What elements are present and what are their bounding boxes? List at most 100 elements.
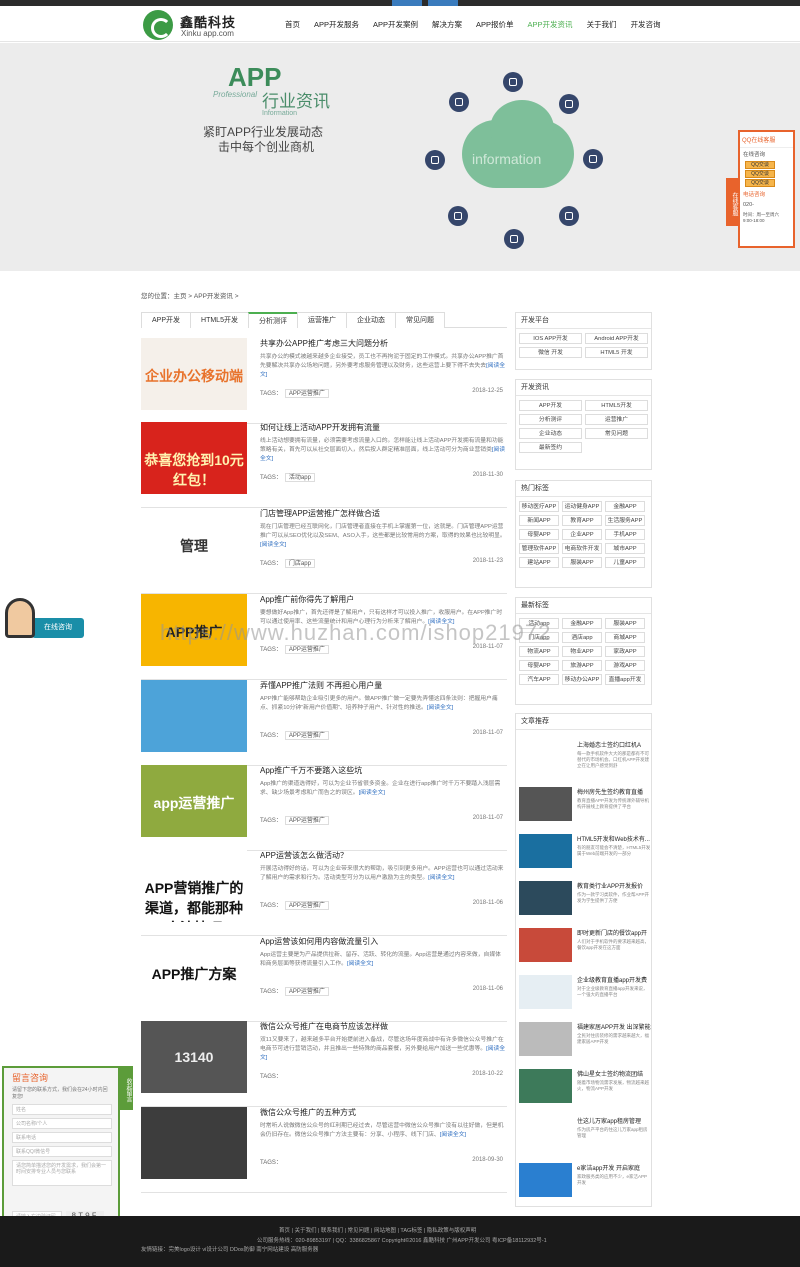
article-thumbnail[interactable]: 企业办公移动端 — [141, 338, 247, 410]
sidebar-tag-button[interactable]: 最新签约 — [519, 442, 582, 453]
sidebar-tag-button[interactable]: 运动健身APP — [562, 501, 602, 512]
article-thumbnail[interactable] — [141, 680, 247, 752]
sidebar-tag-button[interactable]: HTML5 开发 — [585, 347, 648, 358]
article-thumbnail[interactable]: APP营销推广的渠道，都能那种方法技巧 — [141, 850, 247, 922]
sidebar-tag-button[interactable]: Android APP开发 — [585, 333, 648, 344]
article-title[interactable]: 微信公众号推广的五种方式 — [260, 1107, 356, 1118]
qq-chat-button-2[interactable]: QQ交谈 — [745, 170, 775, 178]
recommended-thumbnail[interactable] — [519, 975, 572, 1009]
recommended-title[interactable]: 上海婚恋士签约口红机A — [577, 740, 651, 749]
sidebar-tag-button[interactable]: 物流APP — [519, 646, 559, 657]
footer-friend-links[interactable]: 友情链接：完美logo设计 vi设计公司 DDos防御 南宁网站建设 高防服务器 — [141, 1245, 318, 1253]
article-thumbnail[interactable]: 13140 — [141, 1021, 247, 1093]
sidebar-tag-button[interactable]: 企业动态 — [519, 428, 582, 439]
recommended-item[interactable]: 住这儿万家app租房管理 作为房产平台的住这儿万家app租房管理 — [519, 1116, 649, 1160]
read-more-link[interactable]: [阅读全文] — [347, 961, 373, 967]
recommended-item[interactable]: 教育类行业APP开发报价 作为一款学习类软件，作业帮APP开发为学生提供了方便 — [519, 881, 649, 925]
article-item[interactable]: 恭喜您抢到10元红包！ 如何让线上活动APP开发拥有流量 线上活动想要拥有流量，必须… — [141, 422, 507, 508]
article-thumbnail[interactable]: app运营推广 — [141, 765, 247, 837]
recommended-item[interactable]: 佛山星女士签约物流团结 随着市场物流需求发展，物流越来越火，物流APP开发 — [519, 1069, 649, 1113]
recommended-title[interactable]: 住这儿万家app租房管理 — [577, 1116, 651, 1125]
sidebar-tag-button[interactable]: 汽车APP — [519, 674, 559, 685]
recommended-title[interactable]: 即时更新门店的餐饮app开 — [577, 928, 651, 937]
sidebar-tag-button[interactable]: 金融APP — [605, 501, 645, 512]
sidebar-tag-button[interactable]: 建站APP — [519, 557, 559, 568]
tag-link[interactable]: 门店app — [284, 559, 315, 568]
tag-link[interactable]: APP运营推广 — [284, 645, 329, 654]
phone-field[interactable]: 联系电话 — [12, 1132, 112, 1143]
sidebar-tag-button[interactable]: 教育APP — [562, 515, 602, 526]
sidebar-tag-button[interactable]: IOS APP开发 — [519, 333, 582, 344]
sidebar-tag-button[interactable]: 服装APP — [605, 618, 645, 629]
name-field[interactable]: 姓名 — [12, 1104, 112, 1115]
tag-link[interactable]: APP运营推广 — [284, 389, 329, 398]
nav-item[interactable]: 关于我们 — [580, 18, 624, 32]
recommended-thumbnail[interactable] — [519, 1022, 572, 1056]
sidebar-tag-button[interactable]: 分析测评 — [519, 414, 582, 425]
tab-item[interactable]: 运营推广 — [296, 312, 347, 328]
sidebar-tag-button[interactable]: 常见问题 — [585, 428, 648, 439]
read-more-link[interactable]: [阅读全文] — [440, 1132, 466, 1138]
article-item[interactable]: 弄懂APP推广法则 不再担心用户量 APP推广能够帮助企业吸引更多的用户。做APP… — [141, 680, 507, 766]
message-form-tab[interactable]: 收起留言 — [120, 1066, 133, 1110]
nav-item[interactable]: APP报价单 — [469, 18, 521, 32]
article-thumbnail[interactable] — [141, 1107, 247, 1179]
sidebar-tag-button[interactable]: 母婴APP — [519, 529, 559, 540]
tag-link[interactable]: APP运营推广 — [284, 901, 329, 910]
sidebar-tag-button[interactable]: 微信 开发 — [519, 347, 582, 358]
article-item[interactable]: 13140 微信公众号推广在电商节应该怎样做 双11又要来了，越来越多平台开始提前进… — [141, 1021, 507, 1107]
tag-link[interactable]: APP运营推广 — [284, 987, 329, 996]
sidebar-tag-button[interactable]: 手机APP — [605, 529, 645, 540]
article-thumbnail[interactable]: APP推广方案 — [141, 936, 247, 1008]
recommended-title[interactable]: HTML5开发和Web技术有... — [577, 834, 651, 843]
article-title[interactable]: 如何让线上活动APP开发拥有流量 — [260, 422, 380, 433]
sidebar-tag-button[interactable]: 企业APP — [562, 529, 602, 540]
online-consult-button[interactable]: 在线咨询 — [32, 618, 84, 638]
company-field[interactable]: 公司名称/个人 — [12, 1118, 112, 1129]
sidebar-tag-button[interactable]: 家政APP — [605, 646, 645, 657]
article-title[interactable]: App推广前你得先了解用户 — [260, 594, 354, 605]
tag-link[interactable]: 活动app — [284, 473, 315, 482]
read-more-link[interactable]: [阅读全文] — [260, 542, 286, 548]
read-more-link[interactable]: [阅读全文] — [427, 705, 453, 711]
article-item[interactable]: 管理 门店管理APP运营推广怎样做合适 现在门店管理已经互联网化，门店管理者直接在手… — [141, 508, 507, 594]
recommended-item[interactable]: HTML5开发和Web技术有... 有的朋友可能会不清楚，HTML5开发属于Web… — [519, 834, 651, 878]
recommended-thumbnail[interactable] — [519, 1069, 572, 1103]
qq-field[interactable]: 联系QQ/微信号 — [12, 1146, 112, 1157]
sidebar-tag-button[interactable]: 电商软件开发 — [562, 543, 602, 554]
recommended-item[interactable]: e家洁app开发 开启家庭 家政服务类的应用不少，e家洁APP开发 — [519, 1163, 649, 1207]
tab-item[interactable]: 常见问题 — [394, 312, 445, 328]
sidebar-tag-button[interactable]: 移动医疗APP — [519, 501, 559, 512]
article-item[interactable]: app运营推广 App推广千万不要踏入这些坑 App推广的渠道选得好，可以为企业节省… — [141, 765, 507, 851]
online-consult-float[interactable]: 在线咨询 — [2, 598, 84, 642]
article-thumbnail[interactable]: 管理 — [141, 508, 247, 580]
article-title[interactable]: APP运营该怎么做活动？ — [260, 850, 348, 861]
recommended-thumbnail[interactable] — [519, 1163, 572, 1197]
article-title[interactable]: App运营该如何用内容做流量引入 — [260, 936, 378, 947]
sidebar-tag-button[interactable]: 儿童APP — [605, 557, 645, 568]
recommended-title[interactable]: e家洁app开发 开启家庭 — [577, 1163, 651, 1172]
article-item[interactable]: 微信公众号推广的五种方式 时常听人说做微信公众号的红利期已经过去，尽管运营中微信公… — [141, 1107, 507, 1193]
nav-item[interactable]: 首页 — [278, 18, 307, 32]
article-title[interactable]: App推广千万不要踏入这些坑 — [260, 765, 362, 776]
sidebar-tag-button[interactable]: 金融APP — [562, 618, 602, 629]
sidebar-tag-button[interactable]: 商城APP — [605, 632, 645, 643]
qq-panel-tab[interactable]: 在线客服 — [726, 178, 739, 226]
tab-item[interactable]: 企业动态 — [345, 312, 396, 328]
qq-chat-button-1[interactable]: QQ交谈 — [745, 161, 775, 169]
tag-link[interactable]: APP运营推广 — [284, 731, 329, 740]
sidebar-tag-button[interactable]: 直播app开发 — [605, 674, 645, 685]
recommended-thumbnail[interactable] — [519, 881, 572, 915]
recommended-item[interactable]: 梅州房先生签约教育直播 教育直播APP开发为传统课外辅导机构开展线上教育提供了平台 — [519, 787, 649, 831]
sidebar-tag-button[interactable]: 物业APP — [562, 646, 602, 657]
sidebar-tag-button[interactable]: 旅游APP — [562, 660, 602, 671]
article-item[interactable]: APP推广方案 App运营该如何用内容做流量引入 App运营主要是为产品提供拉新、留… — [141, 936, 507, 1022]
tab-item[interactable]: APP开发 — [141, 312, 192, 328]
recommended-item[interactable]: 福建家居APP开发 出深繁能 全民对住房装修的需求越来越大，福建家居APP开发 — [519, 1022, 651, 1066]
nav-item[interactable]: APP开发案例 — [366, 18, 425, 32]
sidebar-tag-button[interactable]: 管理软件APP — [519, 543, 559, 554]
tag-link[interactable]: APP运营推广 — [284, 816, 329, 825]
sidebar-tag-button[interactable]: 游戏APP — [605, 660, 645, 671]
recommended-title[interactable]: 佛山星女士签约物流团结 — [577, 1069, 651, 1078]
recommended-title[interactable]: 企业级教育直播app开发费 — [577, 975, 651, 984]
